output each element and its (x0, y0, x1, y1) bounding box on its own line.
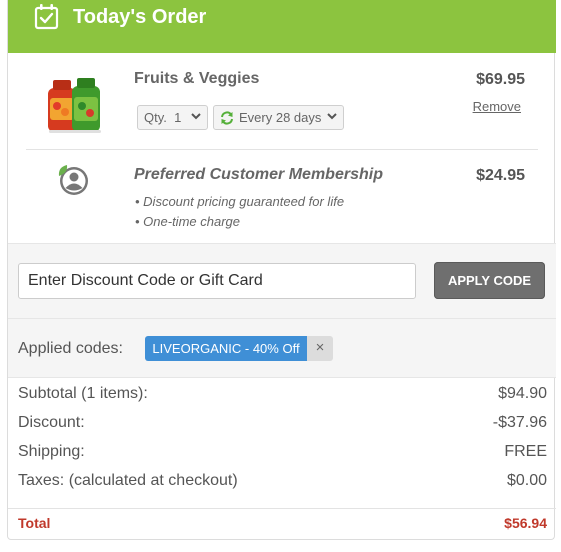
total-label: Total (18, 515, 51, 531)
applied-codes-label: Applied codes: (18, 340, 123, 357)
discount-section: APPLY CODE (8, 243, 556, 318)
order-header: Today's Order (8, 0, 556, 53)
apply-code-button[interactable]: APPLY CODE (434, 262, 545, 299)
discount-row: Discount: -$37.96 (18, 414, 547, 432)
membership-name: Preferred Customer Membership (134, 166, 383, 183)
taxes-value: $0.00 (506, 472, 547, 489)
applied-code-badge: LIVEORGANIC - 40% Off (145, 336, 307, 361)
total-value: $56.94 (504, 515, 547, 531)
calendar-check-icon (34, 4, 59, 30)
discount-code-input[interactable] (18, 263, 416, 299)
order-item-membership: Preferred Customer Membership $24.95 • D… (8, 150, 556, 242)
benefit-item: • Discount pricing guaranteed for life (135, 194, 345, 209)
membership-icon (58, 165, 88, 195)
remove-link[interactable]: Remove (473, 99, 521, 114)
subtotal-label: Subtotal (1 items): (18, 385, 148, 402)
quantity-label: Qty. 1 (144, 110, 182, 125)
chevron-down-icon (191, 109, 201, 128)
benefit-item: • One-time charge (135, 214, 240, 229)
remove-code-button[interactable]: × (307, 336, 333, 361)
subtotal-row: Subtotal (1 items): $94.90 (18, 385, 547, 403)
discount-value: -$37.96 (492, 414, 547, 431)
chevron-down-icon (327, 109, 337, 128)
frequency-label: Every 28 days (239, 110, 322, 125)
total-row: Total $56.94 (18, 515, 547, 531)
membership-price: $24.95 (476, 167, 525, 184)
applied-codes-section: Applied codes: LIVEORGANIC - 40% Off × (8, 318, 556, 378)
quantity-select[interactable]: Qty. 1 (137, 105, 208, 130)
order-item-fruits-veggies: Fruits & Veggies $69.95 Remove Qty. 1 Ev… (8, 53, 556, 149)
subtotal-value: $94.90 (498, 385, 547, 402)
discount-label: Discount: (18, 414, 85, 431)
product-price: $69.95 (476, 71, 525, 88)
shipping-value: FREE (504, 443, 547, 460)
shipping-label: Shipping: (18, 443, 85, 460)
taxes-row: Taxes: (calculated at checkout) $0.00 (18, 472, 547, 490)
frequency-select[interactable]: Every 28 days (213, 105, 344, 130)
order-summary-panel: Today's Order Fruits & Veggies $69.95 Re… (7, 0, 556, 540)
membership-benefits: • Discount pricing guaranteed for life •… (135, 192, 344, 232)
refresh-icon (221, 111, 233, 125)
product-name: Fruits & Veggies (134, 70, 260, 87)
totals-divider (8, 508, 556, 509)
shipping-row: Shipping: FREE (18, 443, 547, 461)
order-title: Today's Order (73, 6, 207, 28)
product-bottles-image (48, 78, 101, 133)
taxes-label: Taxes: (calculated at checkout) (18, 472, 238, 489)
